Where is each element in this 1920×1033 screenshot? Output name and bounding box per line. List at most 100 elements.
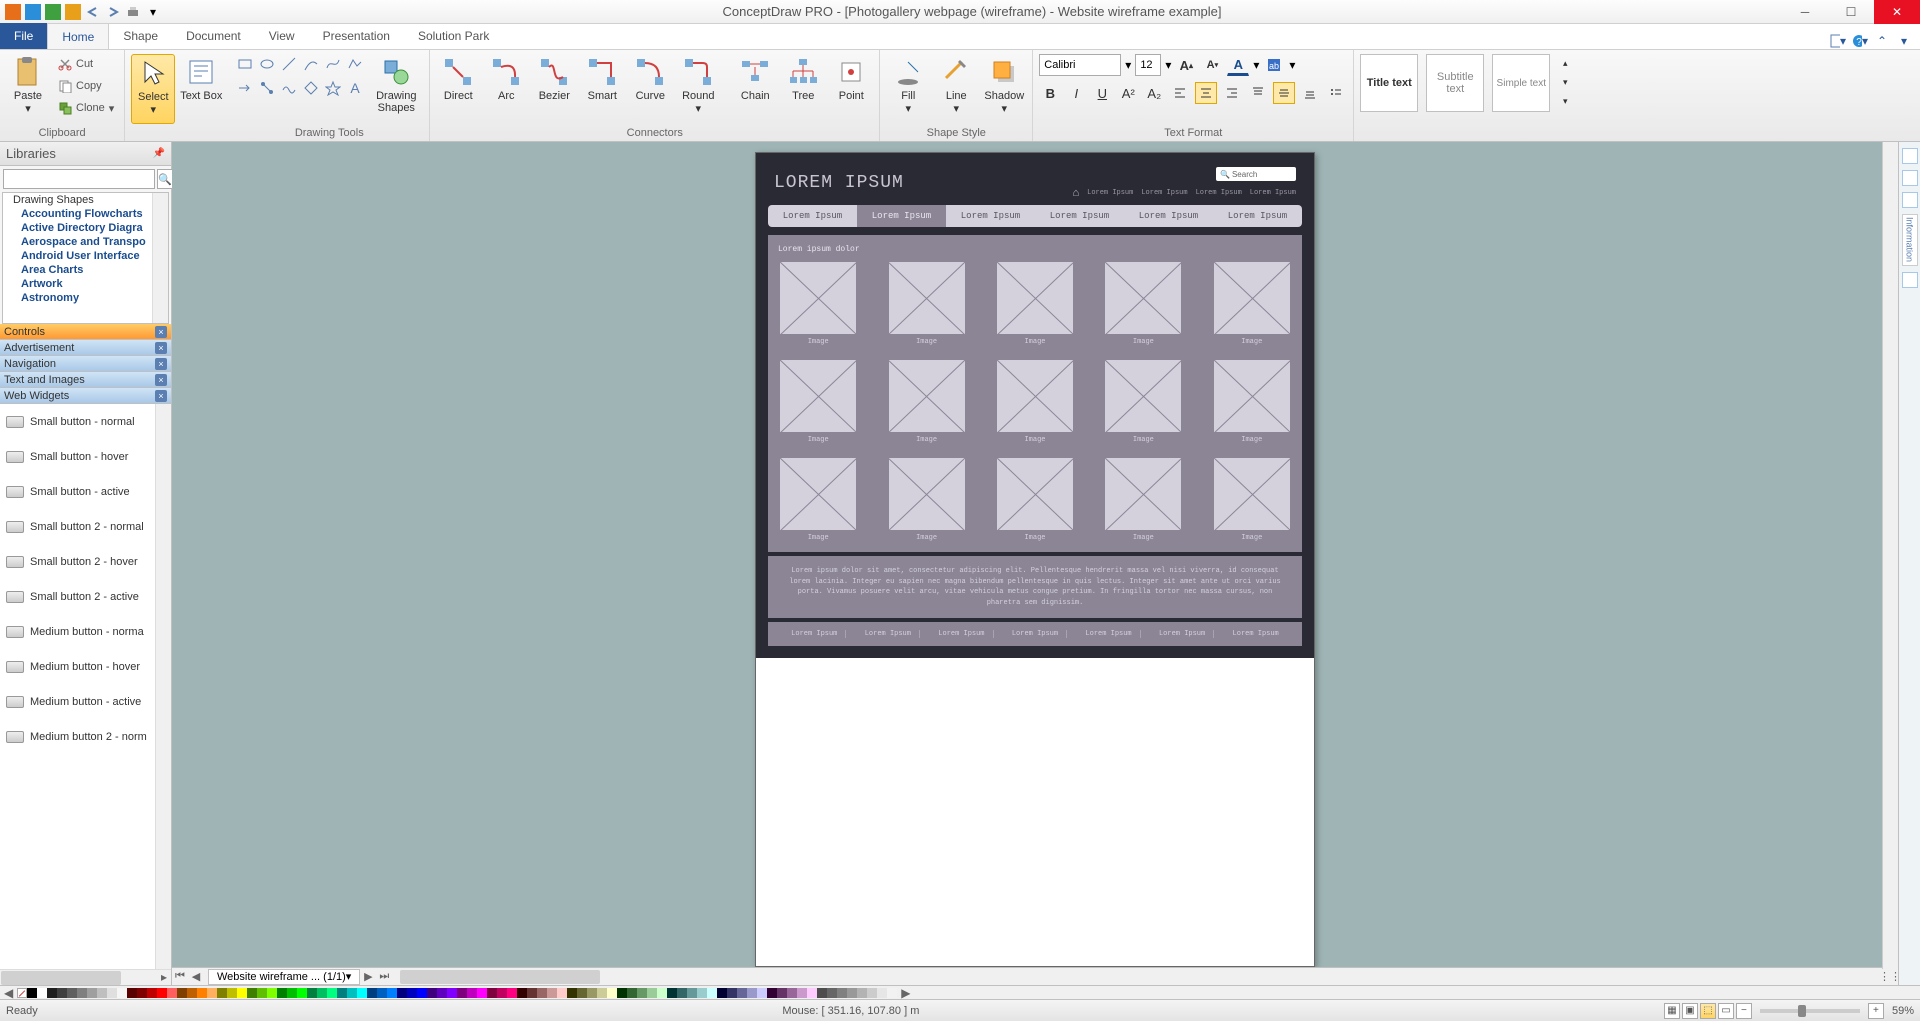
close-icon[interactable]: ×: [155, 342, 167, 354]
bold-icon[interactable]: B: [1039, 82, 1061, 104]
color-swatch[interactable]: [287, 988, 297, 998]
color-swatch[interactable]: [247, 988, 257, 998]
color-swatch[interactable]: [417, 988, 427, 998]
color-swatch[interactable]: [587, 988, 597, 998]
align-right-icon[interactable]: [1221, 82, 1243, 104]
view-mode-1-icon[interactable]: ▦: [1664, 1003, 1680, 1019]
list-item[interactable]: Small button - hover: [0, 439, 171, 474]
font-family-input[interactable]: [1039, 54, 1121, 76]
align-left-icon[interactable]: [1169, 82, 1191, 104]
page[interactable]: LOREM IPSUM 🔍 Search ⌂ Lorem Ipsum Lorem…: [755, 152, 1315, 967]
style-up-icon[interactable]: ▴: [1558, 54, 1572, 72]
color-swatch[interactable]: [227, 988, 237, 998]
close-icon[interactable]: ×: [155, 374, 167, 386]
color-swatch[interactable]: [27, 988, 37, 998]
paste-button[interactable]: Paste▾: [6, 54, 50, 124]
color-swatch[interactable]: [157, 988, 167, 998]
ellipse-tool-icon[interactable]: [257, 54, 277, 74]
color-swatch[interactable]: [877, 988, 887, 998]
color-swatch[interactable]: [367, 988, 377, 998]
sidebar-hscroll[interactable]: ▸: [0, 969, 171, 985]
list-item[interactable]: Medium button 2 - norm: [0, 719, 171, 754]
tree-item[interactable]: Area Charts: [3, 263, 168, 277]
color-swatch[interactable]: [667, 988, 677, 998]
tab-home[interactable]: Home: [47, 23, 109, 49]
color-swatch[interactable]: [827, 988, 837, 998]
color-swatch[interactable]: [67, 988, 77, 998]
view-mode-3-icon[interactable]: ⬚: [1700, 1003, 1716, 1019]
sheet-first-icon[interactable]: ⏮: [172, 969, 188, 985]
color-swatch[interactable]: [447, 988, 457, 998]
color-swatch[interactable]: [377, 988, 387, 998]
tab-presentation[interactable]: Presentation: [309, 23, 404, 49]
color-swatch[interactable]: [437, 988, 447, 998]
sheet-prev-icon[interactable]: ◀: [188, 969, 204, 985]
qat-undo-icon[interactable]: [84, 3, 102, 21]
color-swatch[interactable]: [297, 988, 307, 998]
color-next-icon[interactable]: ▶: [901, 986, 910, 1000]
color-swatch[interactable]: [277, 988, 287, 998]
color-swatch[interactable]: [77, 988, 87, 998]
italic-icon[interactable]: I: [1065, 82, 1087, 104]
color-swatch[interactable]: [527, 988, 537, 998]
color-swatch[interactable]: [607, 988, 617, 998]
color-swatch[interactable]: [517, 988, 527, 998]
canvas-vscroll[interactable]: [1882, 142, 1898, 969]
color-swatch[interactable]: [617, 988, 627, 998]
color-swatch[interactable]: [497, 988, 507, 998]
list-item[interactable]: Small button 2 - active: [0, 579, 171, 614]
color-swatch[interactable]: [457, 988, 467, 998]
zoom-slider[interactable]: [1760, 1009, 1860, 1013]
view-mode-4-icon[interactable]: ▭: [1718, 1003, 1734, 1019]
text-tool-icon[interactable]: A: [345, 78, 365, 98]
color-swatch[interactable]: [427, 988, 437, 998]
color-swatch[interactable]: [327, 988, 337, 998]
color-swatch[interactable]: [577, 988, 587, 998]
color-swatch[interactable]: [567, 988, 577, 998]
color-swatch[interactable]: [187, 988, 197, 998]
color-swatch[interactable]: [677, 988, 687, 998]
color-swatch[interactable]: [47, 988, 57, 998]
color-swatch[interactable]: [597, 988, 607, 998]
arc-tool-icon[interactable]: [301, 54, 321, 74]
color-swatch[interactable]: [307, 988, 317, 998]
library-tree[interactable]: Drawing Shapes Accounting Flowcharts Act…: [2, 192, 169, 324]
color-swatch[interactable]: [317, 988, 327, 998]
qat-redo-icon[interactable]: [104, 3, 122, 21]
color-swatch[interactable]: [57, 988, 67, 998]
color-swatch[interactable]: [757, 988, 767, 998]
qat-print-icon[interactable]: [124, 3, 142, 21]
align-bottom-icon[interactable]: [1299, 82, 1321, 104]
color-swatch[interactable]: [37, 988, 47, 998]
help-icon[interactable]: ?▾: [1852, 33, 1868, 49]
color-swatch[interactable]: [747, 988, 757, 998]
tree-scrollbar[interactable]: [152, 193, 168, 323]
rail-icon[interactable]: [1902, 272, 1918, 288]
window-list-icon[interactable]: ▾: [1830, 33, 1846, 49]
color-swatch[interactable]: [717, 988, 727, 998]
color-swatch[interactable]: [807, 988, 817, 998]
panel-text-images[interactable]: Text and Images×: [0, 372, 171, 388]
color-swatch[interactable]: [547, 988, 557, 998]
color-swatch[interactable]: [777, 988, 787, 998]
arc-button[interactable]: Arc: [484, 54, 528, 124]
color-swatch[interactable]: [147, 988, 157, 998]
color-prev-icon[interactable]: ◀: [4, 986, 13, 1000]
color-swatch[interactable]: [767, 988, 777, 998]
poly-tool-icon[interactable]: [345, 54, 365, 74]
freehand-tool-icon[interactable]: [279, 78, 299, 98]
textbox-button[interactable]: Text Box: [179, 54, 223, 124]
rail-icon[interactable]: [1902, 170, 1918, 186]
style-down-icon[interactable]: ▾: [1558, 73, 1572, 91]
cut-button[interactable]: Cut: [54, 54, 118, 74]
spline-tool-icon[interactable]: [323, 54, 343, 74]
view-mode-2-icon[interactable]: ▣: [1682, 1003, 1698, 1019]
tree-item[interactable]: Active Directory Diagra: [3, 221, 168, 235]
tree-item[interactable]: Android User Interface: [3, 249, 168, 263]
select-button[interactable]: Select▾: [131, 54, 175, 124]
highlight-icon[interactable]: ab: [1263, 54, 1285, 76]
sheet-split-icon[interactable]: ⋮⋮: [1882, 969, 1898, 985]
no-color-swatch[interactable]: [17, 988, 27, 998]
color-swatch[interactable]: [107, 988, 117, 998]
tree-item[interactable]: Artwork: [3, 277, 168, 291]
